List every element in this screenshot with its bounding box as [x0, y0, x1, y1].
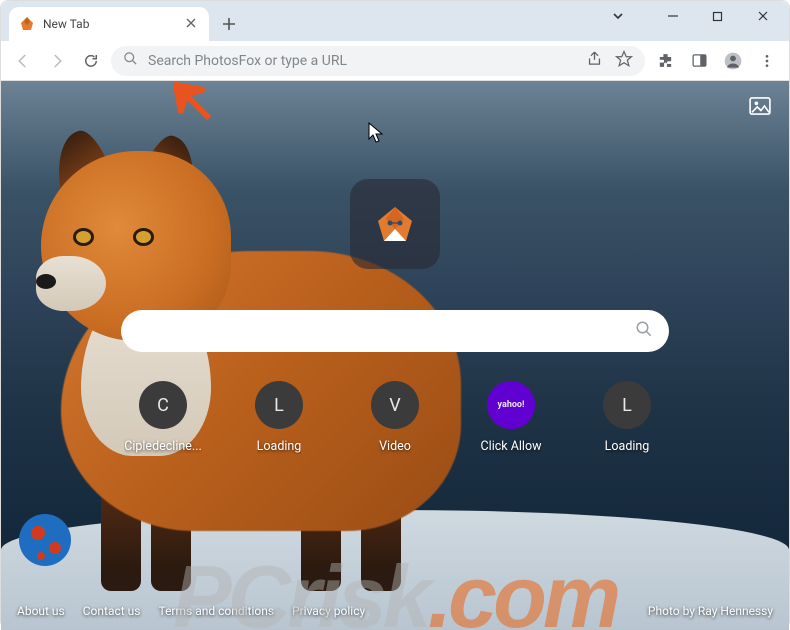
shortcut-icon: L [255, 381, 303, 429]
new-tab-content: C Cipledecline... L Loading V Video yahoo! Clic… [1, 81, 789, 630]
shortcut-label: Click Allow [481, 439, 542, 454]
omnibox[interactable]: Search PhotosFox or type a URL [111, 46, 645, 76]
close-window-button[interactable] [740, 1, 785, 31]
nav-back-button[interactable] [9, 47, 37, 75]
shortcut-icon: yahoo! [487, 381, 535, 429]
page-search-input[interactable] [141, 322, 635, 340]
new-tab-button[interactable] [215, 10, 243, 38]
footer-link[interactable]: Terms and conditions [158, 604, 274, 618]
tab-favicon-icon [19, 16, 35, 32]
tab-search-button[interactable] [595, 1, 640, 31]
tab-close-icon[interactable] [183, 16, 199, 32]
shortcut-item[interactable]: C Cipledecline... [115, 381, 211, 454]
browser-tab[interactable]: New Tab [9, 7, 209, 41]
share-icon[interactable] [586, 50, 603, 71]
photo-credit: Photo by Ray Hennessy [648, 604, 773, 618]
omnibox-placeholder: Search PhotosFox or type a URL [148, 53, 576, 69]
footer-link[interactable]: Contact us [83, 604, 141, 618]
search-icon [123, 51, 138, 70]
shortcuts-grid: C Cipledecline... L Loading V Video yahoo! Clic… [115, 381, 675, 454]
nav-forward-button[interactable] [43, 47, 71, 75]
extension-logo [350, 179, 440, 269]
shortcut-item[interactable]: V Video [347, 381, 443, 454]
toolbar: Search PhotosFox or type a URL [1, 41, 789, 81]
reload-button[interactable] [77, 47, 105, 75]
extensions-button[interactable] [651, 47, 679, 75]
shortcut-label: Loading [605, 439, 650, 454]
maximize-button[interactable] [695, 1, 740, 31]
tab-title: New Tab [43, 17, 183, 31]
footer-link[interactable]: About us [17, 604, 65, 618]
footer-links: About us Contact us Terms and conditions Pr… [17, 604, 365, 618]
menu-button[interactable] [753, 47, 781, 75]
shortcut-icon: C [139, 381, 187, 429]
profile-button[interactable] [719, 47, 747, 75]
shortcut-icon: L [603, 381, 651, 429]
minimize-button[interactable] [650, 1, 695, 31]
footer-link[interactable]: Privacy policy [292, 604, 365, 618]
shortcut-icon: V [371, 381, 419, 429]
shortcut-item[interactable]: L Loading [579, 381, 675, 454]
shortcut-label: Loading [257, 439, 302, 454]
side-panel-button[interactable] [685, 47, 713, 75]
window-controls [595, 1, 785, 31]
shortcut-item[interactable]: yahoo! Click Allow [463, 381, 559, 454]
shortcut-label: Video [379, 439, 411, 454]
bookmark-icon[interactable] [615, 50, 633, 72]
titlebar: New Tab [1, 1, 789, 41]
page-search-icon[interactable] [635, 320, 653, 342]
page-search-bar[interactable] [121, 310, 669, 352]
wallpaper-button[interactable] [747, 95, 773, 117]
shortcut-item[interactable]: L Loading [231, 381, 327, 454]
shortcut-label: Cipledecline... [124, 439, 202, 454]
fox-background [1, 111, 541, 630]
